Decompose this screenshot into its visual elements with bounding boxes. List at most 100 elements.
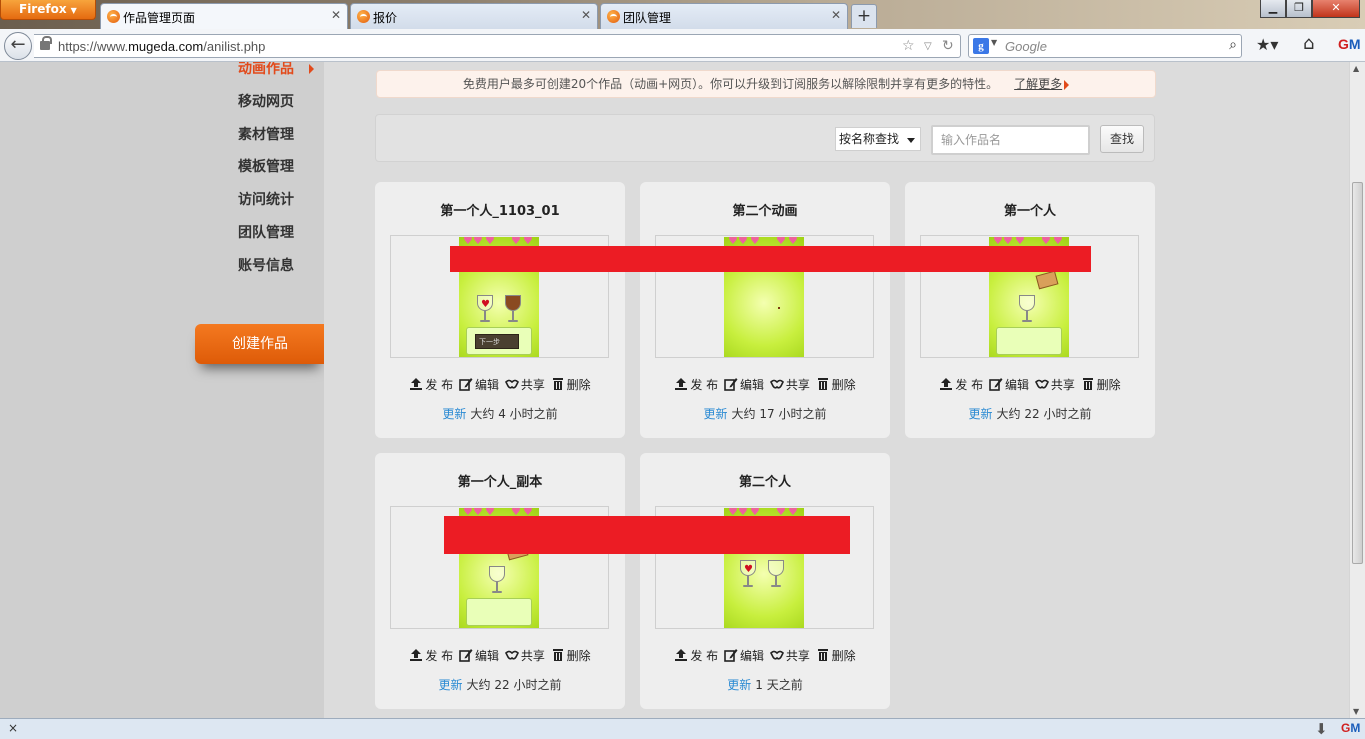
sidebar-item-team[interactable]: 团队管理 [238, 222, 294, 242]
main-content: 免费用户最多可创建20个作品（动画+网页）。你可以升级到订阅服务以解除限制并享有… [324, 62, 1349, 718]
scroll-up-icon[interactable]: ▲ [1353, 64, 1359, 73]
delete-button[interactable]: 删除 [1081, 376, 1121, 393]
search-mode-value: 按名称查找 [839, 132, 900, 146]
close-icon[interactable]: × [8, 721, 18, 735]
delete-button[interactable]: 删除 [816, 647, 856, 664]
vertical-scrollbar[interactable]: ▲ ▼ [1349, 62, 1365, 718]
search-bar[interactable]: g ▼ Google ⌕ [968, 34, 1242, 58]
updated-info: 更新 大约 4 小时之前 [375, 405, 625, 422]
share-button[interactable]: 共享 [769, 647, 810, 664]
sidebar-item-statistics[interactable]: 访问统计 [238, 189, 294, 209]
work-card[interactable]: 第一个人_副本 ♥ ♥ ♥ ♥ ♥ 发 布 编辑 共享 删除 更新 大约 22 小时之前 [375, 453, 625, 709]
publish-button[interactable]: 发 布 [409, 647, 453, 664]
create-work-button[interactable]: 创建作品 [195, 324, 325, 364]
edit-icon [989, 378, 1003, 391]
tab-team[interactable]: 团队管理 ✕ [600, 3, 848, 29]
share-button[interactable]: 共享 [1034, 376, 1075, 393]
share-button[interactable]: 共享 [504, 647, 545, 664]
sidebar-item-animations[interactable]: 动画作品 [238, 62, 294, 78]
delete-button[interactable]: 删除 [551, 376, 591, 393]
bookmark-star-icon[interactable]: ☆ [902, 38, 915, 54]
sidebar-item-mobile-pages[interactable]: 移动网页 [238, 91, 294, 111]
update-link[interactable]: 更新 [969, 407, 993, 421]
work-title[interactable]: 第二个动画 [640, 200, 890, 219]
share-button[interactable]: 共享 [504, 376, 545, 393]
work-title[interactable]: 第一个人_1103_01 [375, 200, 625, 219]
edit-button[interactable]: 编辑 [724, 376, 764, 393]
sidebar-item-account[interactable]: 账号信息 [238, 255, 294, 275]
update-link[interactable]: 更新 [727, 678, 751, 692]
close-icon[interactable]: ✕ [331, 8, 341, 22]
publish-button[interactable]: 发 布 [674, 376, 718, 393]
update-link[interactable]: 更新 [704, 407, 728, 421]
delete-button[interactable]: 删除 [551, 647, 591, 664]
work-title[interactable]: 第二个人 [640, 471, 890, 490]
work-actions: 发 布 编辑 共享 删除 [905, 376, 1155, 394]
glass-icon [1019, 295, 1035, 323]
work-card[interactable]: 第二个动画 ♥ ♥ ♥ ♥ ♥ 发 布 编辑 共享 删除 更新 大约 17 小时之前 [640, 182, 890, 438]
work-card[interactable]: 第一个人 ♥ ♥ ♥ ♥ ♥ 发 布 编辑 共享 删除 更新 大约 22 小时之前 [905, 182, 1155, 438]
close-icon[interactable]: ✕ [831, 8, 841, 22]
find-button[interactable]: 查找 [1100, 125, 1144, 153]
sidebar-item-templates[interactable]: 模板管理 [238, 156, 294, 176]
work-name-input[interactable] [931, 125, 1090, 155]
greasemonkey-icon[interactable]: GM [1341, 721, 1360, 735]
chevron-down-icon [907, 138, 915, 143]
work-card[interactable]: 第二个人 ♥ ♥ ♥ ♥ ♥ ♥ 发 布 编辑 共享 删除 更新 1 天之前 [640, 453, 890, 709]
window-close-button[interactable]: ✕ [1312, 0, 1360, 18]
publish-button[interactable]: 发 布 [939, 376, 983, 393]
close-icon[interactable]: ✕ [581, 8, 591, 22]
greasemonkey-icon[interactable]: GM [1338, 36, 1361, 52]
work-title[interactable]: 第一个人_副本 [375, 471, 625, 490]
scroll-down-icon[interactable]: ▼ [1353, 707, 1359, 716]
updated-info: 更新 大约 22 小时之前 [375, 676, 625, 693]
firefox-menu-button[interactable]: Firefox ▼ [0, 0, 96, 20]
publish-button[interactable]: 发 布 [674, 647, 718, 664]
new-tab-button[interactable]: + [851, 4, 877, 28]
learn-more-link[interactable]: 了解更多 [1014, 77, 1062, 91]
work-card[interactable]: 第一个人_1103_01 ♥ ♥ ♥ ♥ ♥ ♥ 下一步 发 布 编辑 共享 删除 更新… [375, 182, 625, 438]
home-icon[interactable]: ⌂ [1303, 33, 1314, 54]
tab-quote[interactable]: 报价 ✕ [350, 3, 598, 29]
updated-time: 大约 17 小时之前 [731, 407, 827, 421]
updated-time: 大约 22 小时之前 [466, 678, 562, 692]
url-bar[interactable]: https://www.mugeda.com/anilist.php ☆ ▽ ↻ [34, 34, 961, 58]
bookmarks-menu-icon[interactable]: ★▾ [1256, 35, 1278, 54]
updated-info: 更新 1 天之前 [640, 676, 890, 693]
back-button[interactable]: ← [4, 32, 32, 60]
edit-button[interactable]: 编辑 [459, 647, 499, 664]
search-mode-select[interactable]: 按名称查找 [835, 127, 921, 151]
thumbnail-panel [466, 598, 532, 626]
upload-icon [940, 378, 953, 390]
trash-icon [1082, 378, 1093, 390]
update-link[interactable]: 更新 [442, 407, 466, 421]
search-icon[interactable]: ⌕ [1229, 37, 1237, 53]
edit-button[interactable]: 编辑 [459, 376, 499, 393]
upgrade-notice: 免费用户最多可创建20个作品（动画+网页）。你可以升级到订阅服务以解除限制并享有… [376, 70, 1156, 98]
work-title[interactable]: 第一个人 [905, 200, 1155, 219]
url-text[interactable]: https://www.mugeda.com/anilist.php [58, 39, 265, 54]
delete-button[interactable]: 删除 [816, 376, 856, 393]
search-panel: 按名称查找 查找 [375, 114, 1155, 162]
minimize-button[interactable]: ▁ [1260, 0, 1286, 18]
url-prefix: https://www. [58, 39, 129, 54]
history-dropdown-icon[interactable]: ▽ [924, 41, 932, 52]
firefox-menu-label: Firefox [19, 2, 67, 16]
reload-icon[interactable]: ↻ [942, 38, 954, 54]
maximize-button[interactable]: ❐ [1286, 0, 1312, 18]
scrollbar-thumb[interactable] [1352, 182, 1363, 564]
mugeda-favicon-icon [357, 10, 370, 23]
publish-button[interactable]: 发 布 [409, 376, 453, 393]
edit-button[interactable]: 编辑 [724, 647, 764, 664]
handshake-icon [504, 379, 519, 389]
google-icon[interactable]: g [973, 38, 989, 54]
share-button[interactable]: 共享 [769, 376, 810, 393]
update-link[interactable]: 更新 [439, 678, 463, 692]
chevron-down-icon[interactable]: ▼ [991, 38, 997, 47]
tab-works[interactable]: 作品管理页面 ✕ [100, 3, 348, 30]
download-icon[interactable]: ⬇ [1315, 720, 1328, 738]
edit-button[interactable]: 编辑 [989, 376, 1029, 393]
sidebar: 动画作品 移动网页 素材管理 模板管理 访问统计 团队管理 账号信息 创建作品 [0, 62, 325, 718]
sidebar-item-assets[interactable]: 素材管理 [238, 124, 294, 144]
upload-icon [410, 649, 423, 661]
